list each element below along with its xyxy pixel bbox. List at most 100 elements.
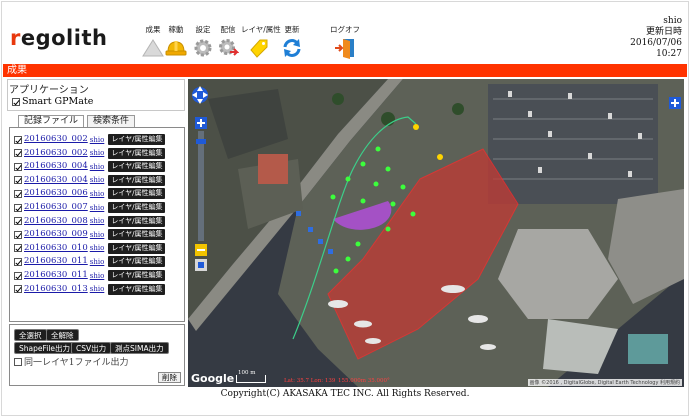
satellite-imagery — [188, 79, 684, 387]
zoom-in-icon[interactable] — [195, 117, 207, 129]
same-layer-label: 同一レイヤ1ファイル出力 — [24, 358, 129, 368]
file-row[interactable]: 20160630_004 shio レイヤ/属性編集 — [14, 174, 166, 186]
same-layer-option[interactable]: 同一レイヤ1ファイル出力 — [14, 355, 128, 368]
layer-attribute-edit-button[interactable]: レイヤ/属性編集 — [108, 283, 166, 295]
file-row[interactable]: 20160630_011 shio レイヤ/属性編集 — [14, 270, 166, 281]
tab-search-conditions[interactable]: 検索条件 — [87, 115, 136, 127]
tab-record-files[interactable]: 記録ファイル — [18, 115, 85, 127]
application-title: アプリケーション — [9, 85, 89, 96]
file-checkbox[interactable] — [14, 230, 22, 239]
hardhat-icon — [165, 41, 187, 56]
scale-bar — [236, 375, 266, 383]
file-checkbox[interactable] — [14, 176, 22, 185]
toolbar-distribution-button[interactable]: 配信 — [211, 24, 245, 57]
file-checkbox[interactable] — [14, 217, 22, 226]
application-checkbox[interactable] — [12, 97, 20, 106]
title-bar: 成果 — [3, 64, 687, 77]
sidebar: アプリケーション Smart GPMate 記録ファイル 検索条件 201606… — [3, 79, 185, 387]
toolbar-refresh-button[interactable]: 更新 — [275, 24, 309, 59]
updated-time: 10:27 — [656, 49, 682, 59]
layer-attribute-edit-button[interactable]: レイヤ/属性編集 — [108, 256, 166, 268]
layer-attribute-edit-button[interactable]: レイヤ/属性編集 — [108, 134, 166, 145]
expand-layer-panel-icon[interactable] — [669, 97, 681, 109]
file-checkbox[interactable] — [14, 257, 22, 266]
layer-attribute-edit-button[interactable]: レイヤ/属性編集 — [108, 147, 166, 159]
file-name-link[interactable]: 20160630_010 — [24, 243, 88, 254]
file-name-link[interactable]: 20160630_009 — [24, 229, 88, 240]
user-info: shio 更新日時 2016/07/06 10:27 — [630, 16, 682, 60]
file-user-label: shio — [89, 162, 105, 171]
shapefile-export-button[interactable]: ShapeFile出力 — [14, 342, 76, 354]
delete-button[interactable]: 削除 — [158, 372, 181, 383]
application-name: Smart GPMate — [22, 96, 94, 107]
map-view[interactable]: Google 100 m Lat: 35.7 Lon: 139 155.000m… — [188, 79, 684, 387]
file-row[interactable]: 20160630_006 shio レイヤ/属性編集 — [14, 188, 166, 200]
file-row[interactable]: 20160630_002 shio レイヤ/属性編集 — [14, 134, 166, 145]
updated-date: 2016/07/06 — [630, 38, 682, 48]
file-row[interactable]: 20160630_011 shio レイヤ/属性編集 — [14, 256, 166, 268]
file-name-link[interactable]: 20160630_002 — [24, 134, 88, 145]
map-pan-control[interactable] — [191, 82, 209, 110]
file-row[interactable]: 20160630_008 shio レイヤ/属性編集 — [14, 215, 166, 227]
zoom-out-icon[interactable] — [195, 244, 207, 256]
file-name-link[interactable]: 20160630_008 — [24, 216, 88, 227]
file-row[interactable]: 20160630_002 shio レイヤ/属性編集 — [14, 147, 166, 159]
file-user-label: shio — [89, 244, 105, 253]
toolbar-logoff-label: ログオフ — [330, 25, 360, 34]
csv-export-button[interactable]: CSV出力 — [71, 342, 112, 354]
file-row[interactable]: 20160630_004 shio レイヤ/属性編集 — [14, 161, 166, 173]
file-user-label: shio — [89, 285, 105, 294]
toolbar-layer-attribute-button[interactable]: レイヤ/属性 — [241, 24, 281, 59]
layer-attribute-edit-button[interactable]: レイヤ/属性編集 — [108, 161, 166, 173]
measurement-readout: 155.000m 35.000° — [338, 378, 390, 384]
zoom-slider[interactable] — [196, 131, 206, 241]
layer-attribute-edit-button[interactable]: レイヤ/属性編集 — [108, 188, 166, 200]
file-row[interactable]: 20160630_009 shio レイヤ/属性編集 — [14, 229, 166, 241]
file-user-label: shio — [89, 176, 105, 185]
file-name-link[interactable]: 20160630_004 — [24, 175, 88, 186]
file-checkbox[interactable] — [14, 271, 22, 280]
file-name-link[interactable]: 20160630_004 — [24, 161, 88, 172]
file-checkbox[interactable] — [14, 149, 22, 158]
sima-export-button[interactable]: 測点SIMA出力 — [110, 342, 169, 354]
file-checkbox[interactable] — [14, 189, 22, 198]
layer-attribute-edit-button[interactable]: レイヤ/属性編集 — [108, 202, 166, 213]
file-checkbox[interactable] — [14, 203, 22, 212]
file-checkbox[interactable] — [14, 162, 22, 171]
toolbar-logoff-button[interactable]: ログオフ — [328, 24, 362, 59]
file-name-link[interactable]: 20160630_007 — [24, 202, 88, 213]
file-name-link[interactable]: 20160630_006 — [24, 188, 88, 199]
layer-switch-icon[interactable] — [195, 259, 207, 271]
scale-label: 100 m — [238, 370, 256, 376]
file-checkbox[interactable] — [14, 135, 22, 144]
map-attribution[interactable]: 画像 ©2016 , DigitalGlobe, Digital Earth T… — [527, 379, 682, 386]
file-name-link[interactable]: 20160630_013 — [24, 284, 88, 295]
file-row[interactable]: 20160630_013 shio レイヤ/属性編集 — [14, 283, 166, 295]
deselect-all-button[interactable]: 全解除 — [46, 329, 79, 341]
file-user-label: shio — [89, 135, 105, 144]
same-layer-checkbox[interactable] — [14, 357, 22, 366]
copyright-footer: Copyright(C) AKASAKA TEC INC. All Rights… — [220, 389, 470, 399]
file-row[interactable]: 20160630_007 shio レイヤ/属性編集 — [14, 202, 166, 213]
layer-attribute-edit-button[interactable]: レイヤ/属性編集 — [108, 229, 166, 241]
file-name-link[interactable]: 20160630_011 — [24, 256, 88, 267]
file-name-link[interactable]: 20160630_011 — [24, 270, 88, 281]
file-name-link[interactable]: 20160630_002 — [24, 148, 88, 159]
file-user-label: shio — [89, 217, 105, 226]
layer-attribute-edit-button[interactable]: レイヤ/属性編集 — [108, 270, 166, 281]
layer-attribute-edit-button[interactable]: レイヤ/属性編集 — [108, 215, 166, 227]
layer-attribute-edit-button[interactable]: レイヤ/属性編集 — [108, 174, 166, 186]
tag-icon — [250, 39, 268, 58]
google-logo: Google — [191, 372, 235, 385]
header: regolith 成果 稼動 設定 配信 レイヤ/属性 更新 ログオフ shio… — [2, 2, 688, 64]
toolbar-refresh-label: 更新 — [284, 25, 300, 34]
layer-attribute-edit-button[interactable]: レイヤ/属性編集 — [108, 242, 166, 254]
file-row[interactable]: 20160630_010 shio レイヤ/属性編集 — [14, 242, 166, 254]
file-checkbox[interactable] — [14, 285, 22, 294]
file-user-label: shio — [89, 271, 105, 280]
file-user-label: shio — [89, 149, 105, 158]
select-all-button[interactable]: 全選択 — [14, 329, 47, 341]
file-checkbox[interactable] — [14, 244, 22, 253]
gear-arrow-icon — [219, 39, 239, 56]
application-checkbox-row[interactable]: Smart GPMate — [12, 96, 93, 107]
